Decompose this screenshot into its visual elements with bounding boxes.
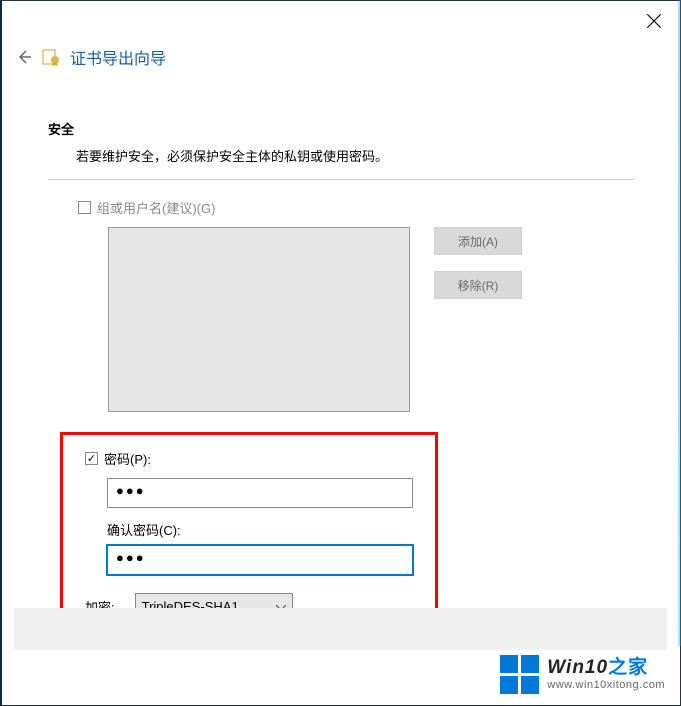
windows-logo-icon <box>500 655 539 694</box>
group-users-listbox <box>108 227 410 412</box>
security-description: 若要维护安全，必须保护安全主体的私钥或使用密码。 <box>76 146 634 165</box>
security-heading: 安全 <box>48 119 634 138</box>
wizard-title: 证书导出向导 <box>70 45 166 69</box>
close-button[interactable] <box>645 12 663 30</box>
group-users-checkbox <box>78 201 91 214</box>
add-button: 添加(A) <box>434 227 522 255</box>
group-users-label: 组或用户名(建议)(G) <box>97 198 215 217</box>
back-button[interactable] <box>16 49 32 65</box>
watermark: Win10之家 www.win10xitong.com <box>500 655 665 694</box>
password-label: 密码(P): <box>104 449 151 468</box>
password-checkbox[interactable] <box>85 452 98 465</box>
password-input[interactable]: ●●● <box>107 478 413 508</box>
divider <box>48 179 634 180</box>
watermark-url: www.win10xitong.com <box>547 679 665 691</box>
footer-bar <box>14 608 667 650</box>
password-section-highlight: 密码(P): ●●● 确认密码(C): ●●● 加密: TripleDES-SH… <box>60 432 438 636</box>
watermark-brand: Win10之家 <box>547 658 665 679</box>
group-users-option: 组或用户名(建议)(G) <box>78 198 634 217</box>
certificate-export-wizard: 证书导出向导 安全 若要维护安全，必须保护安全主体的私钥或使用密码。 组或用户名… <box>14 45 644 636</box>
confirm-password-label: 确认密码(C): <box>107 520 425 539</box>
remove-button: 移除(R) <box>434 271 522 299</box>
certificate-icon <box>42 48 60 66</box>
confirm-password-input[interactable]: ●●● <box>107 545 413 575</box>
